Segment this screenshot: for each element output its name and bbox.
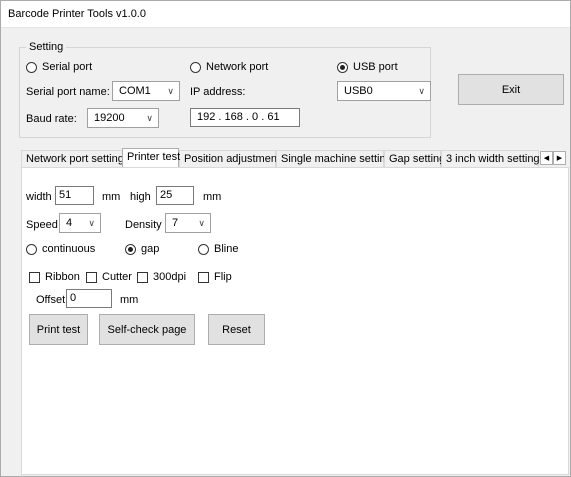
self-check-page-button[interactable]: Self-check page <box>99 314 195 345</box>
serial-port-name-value: COM1 <box>119 85 151 97</box>
bline-radio[interactable]: Bline <box>198 243 238 255</box>
usb-device-value: USB0 <box>344 85 373 97</box>
tab-single-machine-setting[interactable]: Single machine setting <box>276 150 392 167</box>
width-label: width <box>26 191 52 203</box>
high-input[interactable]: 25 <box>156 186 194 205</box>
width-unit: mm <box>102 191 121 203</box>
radio-icon <box>198 243 209 255</box>
radio-icon <box>190 61 201 73</box>
radio-icon <box>26 61 37 73</box>
chevron-down-icon: ∨ <box>146 113 153 123</box>
offset-unit: mm <box>120 294 139 306</box>
tab-position-adjustment[interactable]: Position adjustment <box>179 150 280 167</box>
continuous-label: continuous <box>42 243 96 255</box>
width-input[interactable]: 51 <box>55 186 94 205</box>
baud-rate-value: 19200 <box>94 112 125 124</box>
checkbox-icon <box>198 271 209 283</box>
serial-port-name-select[interactable]: COM1 ∨ <box>112 81 180 101</box>
checkbox-icon <box>29 271 40 283</box>
high-unit: mm <box>203 191 222 203</box>
serial-port-name-label: Serial port name: <box>26 86 110 98</box>
scroll-left-icon[interactable]: ◀ <box>540 151 553 165</box>
reset-button[interactable]: Reset <box>208 314 265 345</box>
baud-rate-label: Baud rate: <box>26 113 77 125</box>
continuous-radio[interactable]: continuous <box>26 243 95 255</box>
window-title: Barcode Printer Tools v1.0.0 <box>8 8 146 20</box>
app-window: Barcode Printer Tools v1.0.0 Setting Ser… <box>0 0 571 477</box>
radio-selected-icon <box>125 243 136 255</box>
gap-radio[interactable]: gap <box>125 243 159 255</box>
bline-label: Bline <box>214 243 239 255</box>
ribbon-label: Ribbon <box>45 271 80 283</box>
speed-select[interactable]: 4 ∨ <box>59 213 101 233</box>
cutter-checkbox[interactable]: Cutter <box>86 271 132 283</box>
radio-selected-icon <box>337 61 348 73</box>
exit-button[interactable]: Exit <box>458 74 564 105</box>
setting-legend: Setting <box>29 41 64 53</box>
serial-port-label: Serial port <box>42 61 93 73</box>
print-test-button[interactable]: Print test <box>29 314 88 345</box>
title-bar: Barcode Printer Tools v1.0.0 <box>1 1 570 28</box>
high-label: high <box>130 191 151 203</box>
tab-printer-test[interactable]: Printer test <box>122 148 180 167</box>
offset-label: Offset <box>36 294 66 306</box>
offset-input[interactable]: 0 <box>66 289 112 308</box>
ip-address-input[interactable]: 192 . 168 . 0 . 61 <box>190 108 300 127</box>
checkbox-icon <box>137 271 148 283</box>
density-label: Density <box>125 219 162 231</box>
ribbon-checkbox[interactable]: Ribbon <box>29 271 80 283</box>
network-port-radio[interactable]: Network port <box>190 61 268 73</box>
tab-network-port-settings[interactable]: Network port settings <box>21 150 129 167</box>
gap-label: gap <box>141 243 160 255</box>
serial-port-radio[interactable]: Serial port <box>26 61 92 73</box>
chevron-down-icon: ∨ <box>418 86 425 96</box>
density-select[interactable]: 7 ∨ <box>165 213 211 233</box>
scroll-right-icon[interactable]: ▶ <box>553 151 566 165</box>
density-value: 7 <box>172 217 179 229</box>
usb-device-select[interactable]: USB0 ∨ <box>337 81 431 101</box>
300dpi-label: 300dpi <box>153 271 187 283</box>
chevron-down-icon: ∨ <box>167 86 174 96</box>
speed-label: Speed <box>26 219 58 231</box>
usb-port-label: USB port <box>353 61 398 73</box>
usb-port-radio[interactable]: USB port <box>337 61 398 73</box>
checkbox-icon <box>86 271 97 283</box>
ip-address-label: IP address: <box>190 86 246 98</box>
flip-checkbox[interactable]: Flip <box>198 271 232 283</box>
baud-rate-select[interactable]: 19200 ∨ <box>87 108 159 128</box>
speed-value: 4 <box>66 217 73 229</box>
tab-3-inch-width-setting[interactable]: 3 inch width setting <box>441 150 540 167</box>
chevron-down-icon: ∨ <box>198 218 205 228</box>
300dpi-checkbox[interactable]: 300dpi <box>137 271 186 283</box>
chevron-down-icon: ∨ <box>88 218 95 228</box>
radio-icon <box>26 243 37 255</box>
flip-label: Flip <box>214 271 232 283</box>
tab-gap-setting[interactable]: Gap setting <box>384 150 445 167</box>
network-port-label: Network port <box>206 61 269 73</box>
cutter-label: Cutter <box>102 271 132 283</box>
